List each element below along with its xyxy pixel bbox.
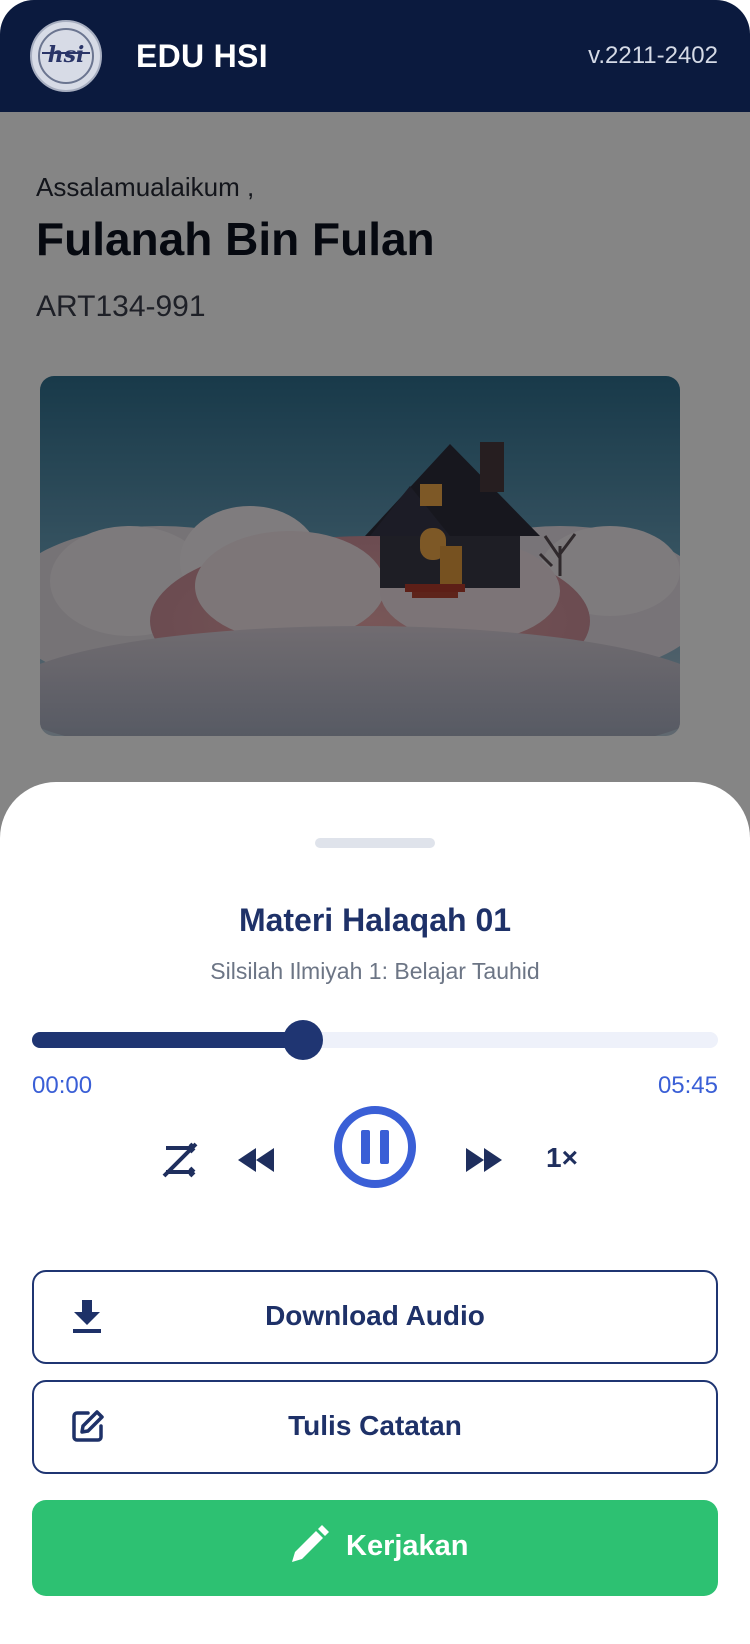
audio-title: Materi Halaqah 01 [238, 902, 512, 938]
write-note-label: Tulis Catatan [288, 1410, 462, 1441]
rewind-icon[interactable] [236, 1146, 276, 1174]
app-version: v.2211-2402 [588, 42, 718, 69]
playback-speed-button[interactable]: 1× [546, 1142, 578, 1174]
shuffle-off-icon[interactable] [160, 1140, 200, 1180]
playback-controls: 1× [0, 1104, 750, 1214]
progress-fill [32, 1032, 303, 1048]
write-note-button[interactable]: Tulis Catatan [32, 1380, 718, 1474]
total-time: 05:45 [657, 1072, 718, 1099]
progress-thumb[interactable] [283, 1020, 323, 1060]
app-header: hsi EDU HSI v.2211-2402 [0, 0, 750, 112]
download-audio-label: Download Audio [265, 1300, 485, 1331]
logo-text: hsi [47, 42, 85, 68]
download-audio-button[interactable]: Download Audio [32, 1270, 718, 1364]
progress-slider[interactable] [32, 1020, 718, 1060]
app-logo: hsi [30, 20, 102, 92]
pencil-icon [288, 1524, 330, 1571]
app-screen: hsi EDU HSI v.2211-2402 Assalamualaikum … [0, 0, 750, 1644]
kerjakan-button[interactable]: Kerjakan [32, 1500, 718, 1596]
kerjakan-label: Kerjakan [346, 1530, 469, 1562]
sheet-drag-handle[interactable] [315, 838, 435, 848]
pause-icon[interactable] [332, 1104, 418, 1190]
audio-player-sheet: Materi Halaqah 01 Silsilah Ilmiyah 1: Be… [0, 782, 750, 1644]
audio-subtitle: Silsilah Ilmiyah 1: Belajar Tauhid [210, 958, 540, 984]
current-time: 00:00 [32, 1072, 93, 1099]
app-title: EDU HSI [136, 38, 268, 74]
fast-forward-icon[interactable] [464, 1146, 504, 1174]
